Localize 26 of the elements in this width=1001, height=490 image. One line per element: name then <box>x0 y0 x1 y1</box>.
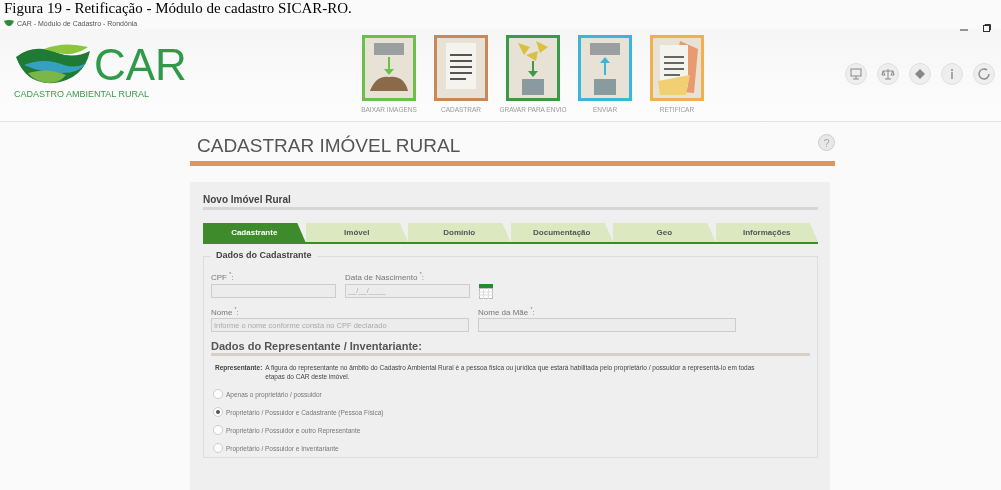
tab[interactable]: Imóvel <box>305 223 408 242</box>
tab[interactable]: Documentação <box>510 223 613 242</box>
tab[interactable]: Geo <box>613 223 716 242</box>
restore-icon[interactable] <box>983 24 991 32</box>
section-title: Dados do Representante / Inventariante: <box>211 340 810 357</box>
field-label: Nome da Mãe $^{*}$: <box>478 305 536 317</box>
leaf-icon <box>4 20 14 26</box>
scale-icon[interactable] <box>877 63 899 85</box>
tab[interactable]: Domínio <box>408 223 511 242</box>
input-field[interactable] <box>478 318 736 333</box>
form-title: Novo Imóvel Rural <box>203 194 818 210</box>
section-title: Dados do Cadastrante <box>211 250 317 260</box>
info-icon[interactable] <box>941 63 963 85</box>
tab[interactable]: Informações <box>715 223 818 242</box>
field-label: CPF $^{*}$: <box>211 271 235 282</box>
logo-text: CAR <box>94 45 187 85</box>
calendar-icon[interactable] <box>479 283 493 300</box>
refresh-icon[interactable] <box>973 63 995 85</box>
logo-subtitle: CADASTRO AMBIENTAL RURAL <box>14 89 151 99</box>
monitor-icon[interactable] <box>845 63 867 85</box>
tab[interactable]: Cadastrante <box>203 223 306 242</box>
figure-caption: Figura 19 - Retificação - Módulo de cadastro SICAR-RO. <box>3 0 352 17</box>
field-label: Data de Nascimento $^{*}$: <box>345 271 425 282</box>
page-title: CADASTRAR IMÓVEL RURAL <box>197 135 461 157</box>
input-field[interactable] <box>211 283 336 298</box>
field-label: Nome $^{*}$: <box>211 305 240 317</box>
